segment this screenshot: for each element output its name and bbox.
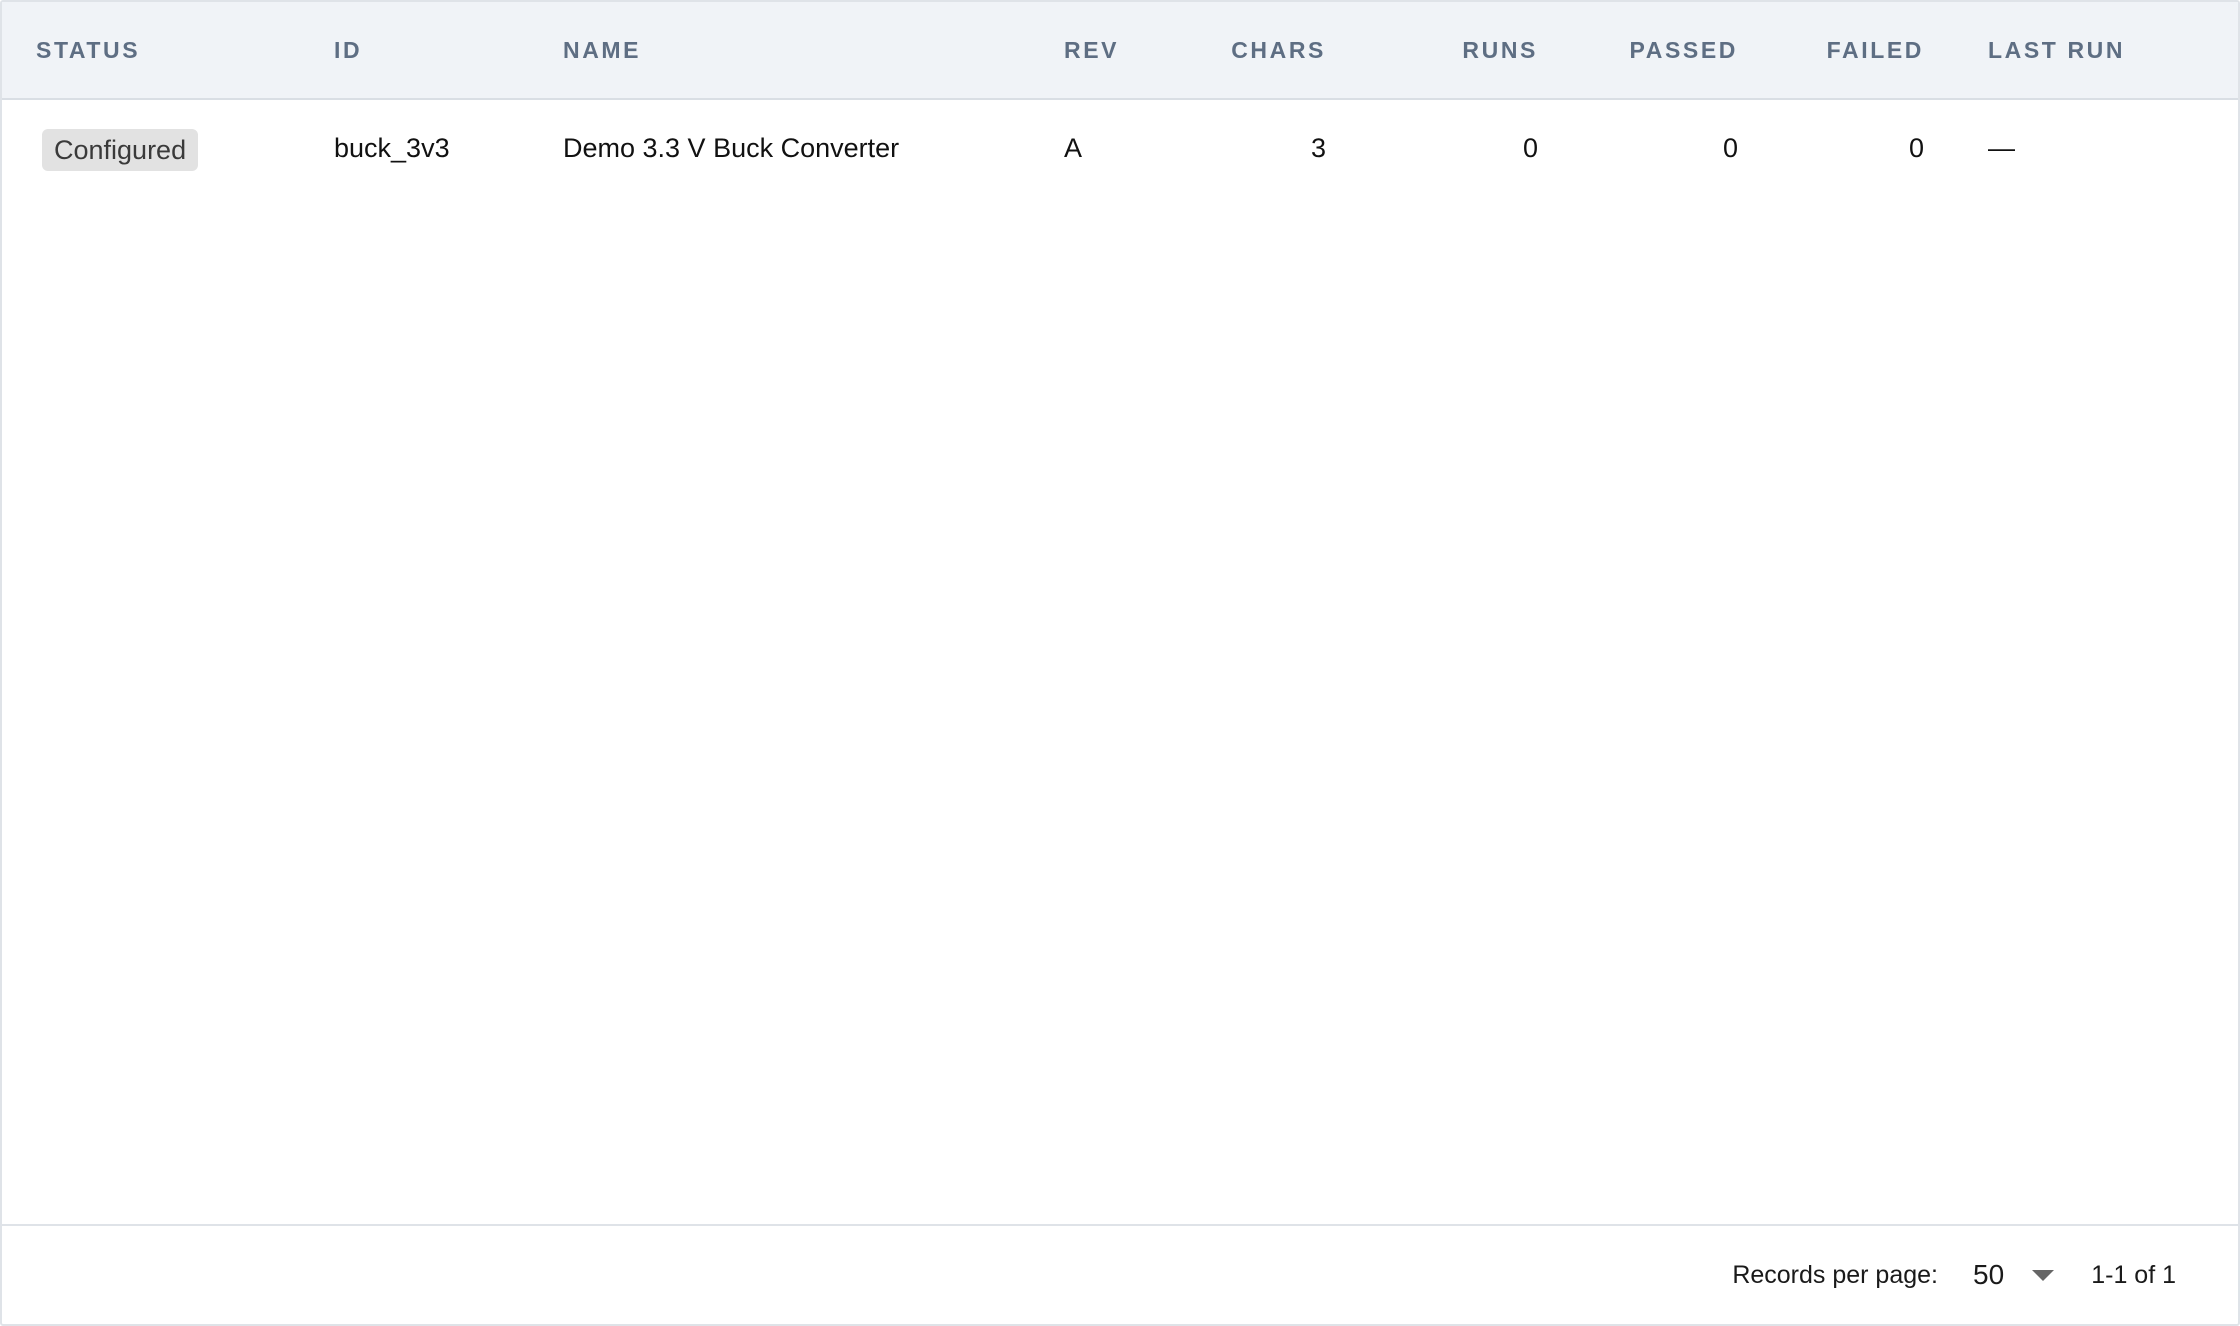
failed-cell: 0 (1908, 133, 1924, 163)
pagination-range: 1-1 of 1 (2091, 1261, 2176, 1289)
table-body: Configured buck_3v3 Demo 3.3 V Buck Conv… (2, 100, 2238, 1224)
column-header-runs[interactable]: RUNS (1382, 2, 1538, 98)
column-header-chars[interactable]: CHARS (1182, 2, 1326, 98)
records-per-page-value[interactable]: 50 (1973, 1248, 2004, 1302)
runs-cell: 0 (1522, 133, 1538, 163)
column-header-failed[interactable]: FAILED (1762, 2, 1924, 98)
column-header-rev[interactable]: REV (1064, 2, 1164, 98)
rev-cell: A (1064, 133, 1083, 163)
column-header-status[interactable]: STATUS (36, 2, 296, 98)
records-per-page-select[interactable]: 50 (1968, 1248, 2060, 1302)
status-badge: Configured (42, 128, 199, 171)
column-header-last-run[interactable]: LAST RUN (1988, 2, 2208, 98)
column-header-id[interactable]: ID (334, 2, 534, 98)
passed-cell: 0 (1722, 133, 1738, 163)
table-row[interactable]: Configured buck_3v3 Demo 3.3 V Buck Conv… (2, 100, 2238, 196)
table-header: STATUS ID NAME REV CHARS RUNS PASSED FAI… (2, 2, 2238, 100)
column-header-passed[interactable]: PASSED (1582, 2, 1738, 98)
data-table: STATUS ID NAME REV CHARS RUNS PASSED FAI… (0, 0, 2240, 1326)
table-footer: Records per page: 50 1-1 of 1 (2, 1224, 2238, 1324)
name-cell: Demo 3.3 V Buck Converter (563, 133, 900, 163)
last-run-cell: — (1988, 133, 2015, 163)
column-header-name[interactable]: NAME (563, 2, 1043, 98)
chars-cell: 3 (1310, 133, 1326, 163)
status-cell: Configured (42, 100, 302, 196)
caret-down-icon[interactable] (2032, 1270, 2054, 1281)
records-per-page-label: Records per page: (1732, 1261, 1938, 1289)
id-cell: buck_3v3 (334, 133, 450, 163)
